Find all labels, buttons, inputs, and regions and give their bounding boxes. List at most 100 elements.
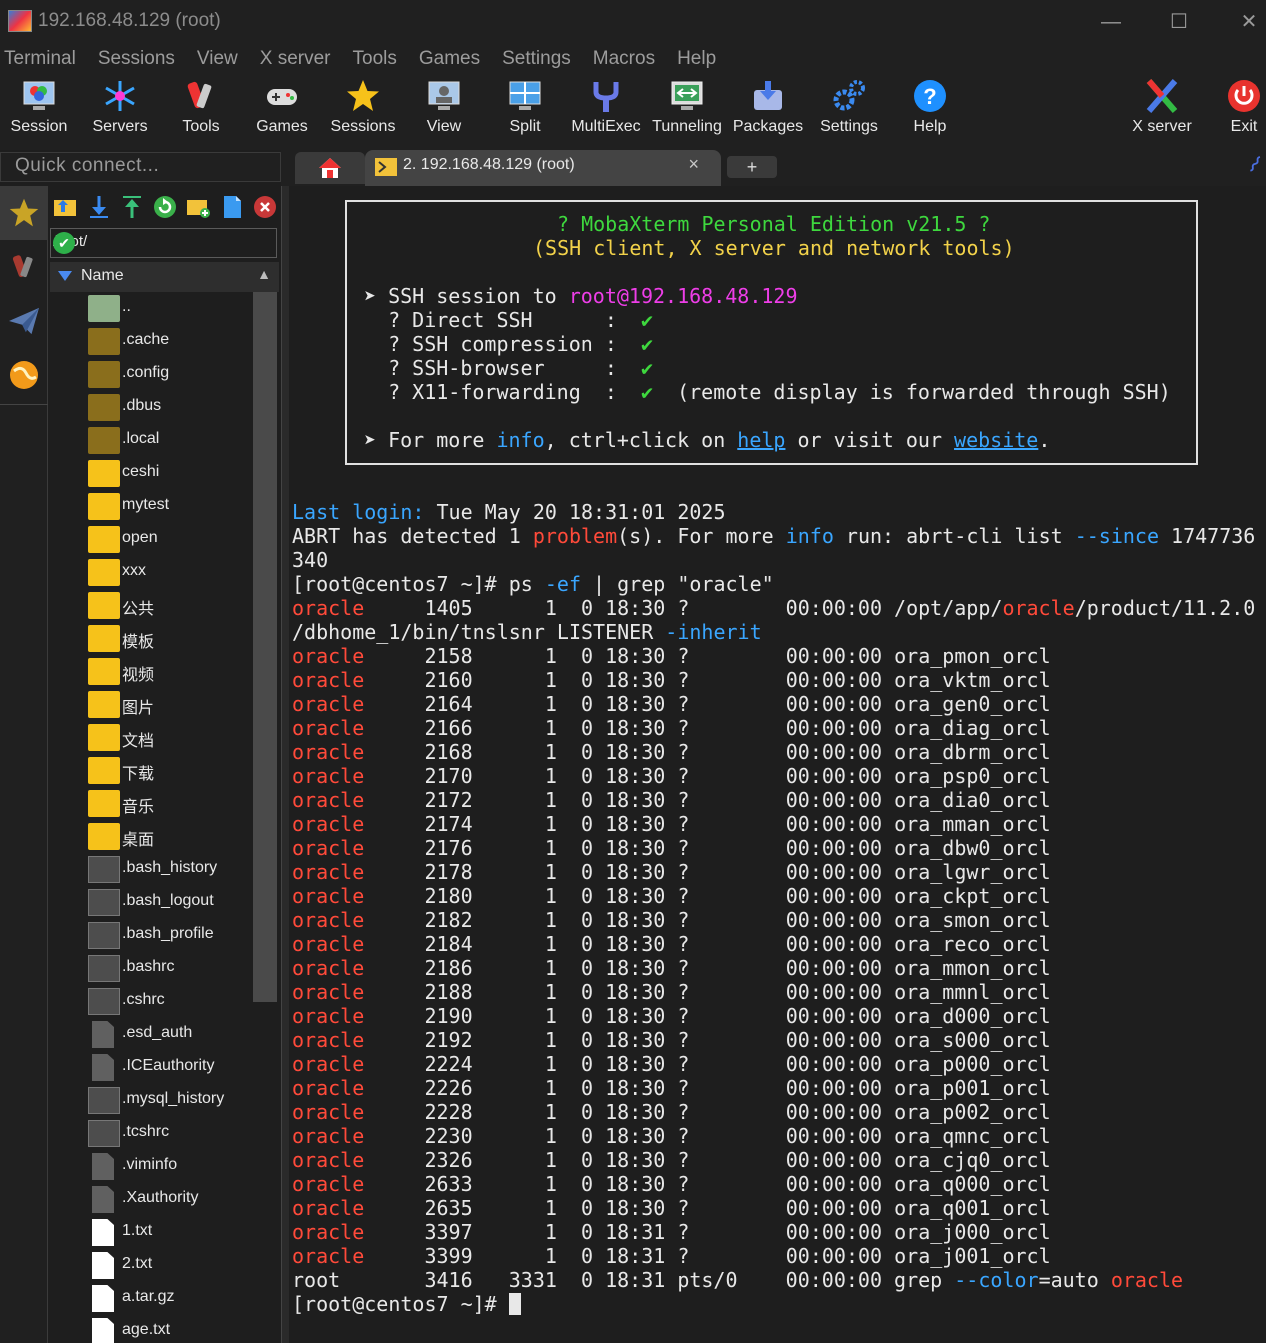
new-file-icon[interactable] [219,194,245,220]
file-row[interactable]: .bashrc [50,952,253,985]
sidebar-tab-sftp[interactable] [0,348,48,402]
paperclip-icon[interactable]: ⌇ [1243,151,1266,178]
menu-sessions[interactable]: Sessions [94,44,175,74]
folder-icon [88,427,120,454]
file-row[interactable]: 文档 [50,721,253,754]
help-link[interactable]: help [737,428,785,452]
view-button[interactable]: View [403,74,485,150]
banner-ssh-compression: ? SSH compression : ✔ [364,332,653,356]
file-row[interactable]: .config [50,358,253,391]
file-row[interactable]: open [50,523,253,556]
file-row[interactable]: .esd_auth [50,1018,253,1051]
packages-button[interactable]: Packages [727,74,809,150]
menu-terminal[interactable]: Terminal [0,44,76,74]
minimize-icon[interactable]: — [1096,8,1126,36]
help-button[interactable]: ? Help [889,74,971,150]
file-row[interactable]: 图片 [50,688,253,721]
folder-icon [88,757,120,784]
file-row[interactable]: .. [50,292,253,325]
panel-splitter[interactable] [281,186,289,1343]
file-row[interactable]: mytest [50,490,253,523]
file-row[interactable]: .bash_logout [50,886,253,919]
file-row[interactable]: .cache [50,325,253,358]
file-row[interactable]: 公共 [50,589,253,622]
banner-direct-ssh: ? Direct SSH : ✔ [364,308,653,332]
file-row[interactable]: 下载 [50,754,253,787]
menu-xserver[interactable]: X server [256,44,331,74]
file-row[interactable]: .cshrc [50,985,253,1018]
games-button[interactable]: Games [241,74,323,150]
follow-terminal-check-icon[interactable]: ✔ [53,232,75,254]
file-row[interactable]: 2.txt [50,1249,253,1282]
upload-icon[interactable] [119,194,145,220]
tab-close-icon[interactable]: × [688,154,699,175]
servers-button[interactable]: Servers [79,74,161,150]
parent-folder-icon[interactable] [52,194,78,220]
sort-arrow-icon [58,271,72,281]
sidebar-tab-tools[interactable] [0,240,48,294]
quick-connect-input[interactable]: Quick connect... [0,152,281,182]
delete-icon[interactable] [252,194,278,220]
menu-tools[interactable]: Tools [349,44,397,74]
file-row[interactable]: .tcshrc [50,1117,253,1150]
menu-games[interactable]: Games [415,44,480,74]
file-row[interactable]: 1.txt [50,1216,253,1249]
file-row[interactable]: 音乐 [50,787,253,820]
maximize-icon[interactable]: ☐ [1164,8,1194,36]
script-file-icon [88,856,120,883]
multiexec-button[interactable]: MultiExec [565,74,647,150]
home-icon [319,158,341,178]
file-row[interactable]: .bash_profile [50,919,253,952]
file-row[interactable]: 视频 [50,655,253,688]
close-icon[interactable]: ✕ [1234,8,1264,36]
file-name: .bashrc [122,958,175,975]
file-row[interactable]: .bash_history [50,853,253,886]
file-row[interactable]: .mysql_history [50,1084,253,1117]
path-input[interactable]: /root/ ✔ [50,228,277,258]
file-row[interactable]: .viminfo [50,1150,253,1183]
menu-settings[interactable]: Settings [498,44,571,74]
file-list-header[interactable]: Name ▲ [50,262,279,292]
scrollbar-thumb[interactable] [253,292,277,1002]
file-row[interactable]: 桌面 [50,820,253,853]
process-row: oracle 2158 1 0 18:30 ? 00:00:00 ora_pmo… [292,644,1051,668]
abrt-line: ABRT has detected 1 problem(s). For more… [292,524,1256,548]
website-link[interactable]: website [954,428,1038,452]
file-row[interactable]: .Xauthority [50,1183,253,1216]
tab-session[interactable]: 2. 192.168.48.129 (root) × [365,150,721,186]
tab-home[interactable] [295,152,365,184]
xserver-button[interactable]: X server [1121,74,1203,150]
sessions-button[interactable]: Sessions [322,74,404,150]
file-list-scrollbar[interactable] [253,292,277,1343]
file-row[interactable]: xxx [50,556,253,589]
session-button[interactable]: Session [0,74,80,150]
file-row[interactable]: .local [50,424,253,457]
tunneling-button[interactable]: Tunneling [646,74,728,150]
file-row[interactable]: ceshi [50,457,253,490]
process-row: oracle 2228 1 0 18:30 ? 00:00:00 ora_p00… [292,1100,1051,1124]
download-icon[interactable] [86,194,112,220]
new-tab-button[interactable]: + [727,156,777,178]
tools-button[interactable]: Tools [160,74,242,150]
folder-icon [88,691,120,718]
settings-button[interactable]: Settings [808,74,890,150]
refresh-icon[interactable] [152,194,178,220]
file-row[interactable]: a.tar.gz [50,1282,253,1315]
exit-button[interactable]: Exit [1203,74,1266,150]
file-row[interactable]: .dbus [50,391,253,424]
terminal[interactable]: ? MobaXterm Personal Edition v21.5 ? (SS… [289,186,1266,1343]
file-row[interactable]: age.txt [50,1315,253,1343]
file-row[interactable]: .ICEauthority [50,1051,253,1084]
sidebar-tab-sessions[interactable] [0,186,48,240]
file-row[interactable]: 模板 [50,622,253,655]
menu-macros[interactable]: Macros [589,44,655,74]
scroll-up-icon[interactable]: ▲ [257,266,271,282]
file-name: 桌面 [122,832,155,849]
split-button[interactable]: Split [484,74,566,150]
menu-view[interactable]: View [193,44,238,74]
banner-more-info: ➤ For more info, ctrl+click on help or v… [364,428,1051,452]
menu-help[interactable]: Help [673,44,716,74]
file-name: .bash_logout [122,892,214,909]
sidebar-tab-macros[interactable] [0,294,48,348]
new-folder-icon[interactable] [185,194,211,220]
